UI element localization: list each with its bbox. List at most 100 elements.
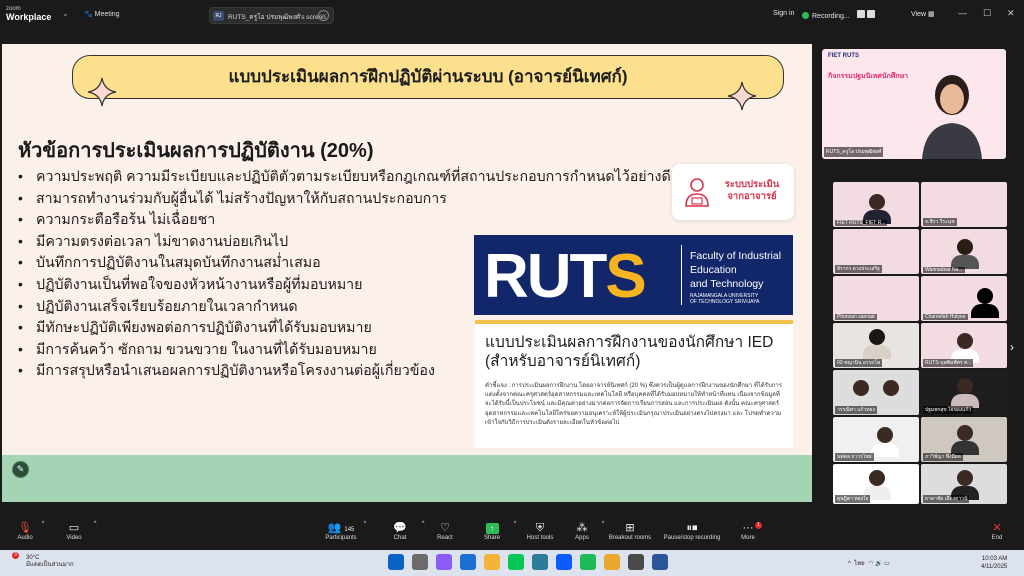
system-card-line2: จากอาจารย์: [727, 191, 777, 202]
people-icon: 👥 145: [327, 522, 355, 534]
speaker-banner: FIET RUTS: [828, 53, 859, 59]
zoom-icon[interactable]: [556, 554, 572, 570]
file-explorer-icon[interactable]: [484, 554, 500, 570]
more-icon[interactable]: ···: [318, 10, 329, 21]
participant-tile[interactable]: นพดล ถาวรไชย: [833, 417, 919, 462]
view-button[interactable]: View ▦: [911, 10, 935, 18]
chrome-icon[interactable]: [604, 554, 620, 570]
breakout-label: Breakout rooms: [608, 535, 652, 541]
pause-rec-label: Pause/stop recording: [663, 535, 721, 541]
store-icon[interactable]: [532, 554, 548, 570]
participant-tile[interactable]: FIET RUTS_FIET R...: [833, 182, 919, 227]
maximize-icon[interactable]: ☐: [983, 8, 991, 19]
participant-tile[interactable]: สิรากร ดวงประเสริฐ: [833, 229, 919, 274]
language-indicator[interactable]: ไทย: [854, 561, 865, 567]
participant-count: 145: [344, 527, 355, 533]
meeting-label: Meeting: [94, 11, 120, 18]
pause-recording-icon[interactable]: [856, 10, 865, 18]
evaluation-document-preview: แบบประเมินผลการฝึกงานของนักศึกษา IED (สำ…: [475, 320, 793, 448]
outlook-icon[interactable]: [460, 554, 476, 570]
stop-recording-icon[interactable]: [866, 10, 875, 18]
participant-tile[interactable]: ธาดาชัย เมืองดาวน์: [921, 464, 1007, 504]
participant-tile[interactable]: Wannadear Na...: [921, 229, 1007, 274]
meeting-menu[interactable]: 🐾 Meeting: [84, 10, 120, 18]
participants-button[interactable]: 👥 145 Participants: [316, 521, 366, 541]
zoom-title-bar: zoom Workplace ⌄ 🐾 Meeting RJ RUTS_ครูโอ…: [0, 0, 1024, 30]
battery-icon[interactable]: ▭: [884, 561, 890, 567]
start-icon[interactable]: [388, 554, 404, 570]
close-icon[interactable]: ✕: [1007, 8, 1015, 19]
sign-in-link[interactable]: Sign in: [773, 10, 794, 17]
ruts-wordmark: RUTS: [484, 242, 647, 311]
audio-label: Audio: [17, 535, 33, 541]
participant-tile[interactable]: RUTS-บุพพิมพ์ทร ส...: [921, 323, 1007, 368]
participant-tile[interactable]: Chareefah Hutyee: [921, 276, 1007, 321]
chevron-up-icon[interactable]: ^: [848, 561, 851, 567]
spotify-icon[interactable]: [580, 554, 596, 570]
view-label: View: [911, 11, 927, 18]
copilot-icon[interactable]: [436, 554, 452, 570]
more-dots-icon: ···: [742, 522, 754, 534]
participants-caret-icon[interactable]: ^: [360, 521, 370, 527]
speaker-banner-title: กิจกรรมปฐมนิเทศนักศึกษา: [828, 73, 909, 80]
pause-stop-recording-button[interactable]: ⏸⏹ Pause/stop recording: [662, 521, 722, 541]
heart-icon: ♡: [440, 522, 450, 534]
word-icon[interactable]: [652, 554, 668, 570]
participant-tile[interactable]: จ.ชิรา วีระนุช: [921, 182, 1007, 227]
avatar: RJ: [213, 11, 224, 21]
shared-slide: แบบประเมินผลการฝึกปฏิบัติผ่านระบบ (อาจาร…: [2, 44, 812, 500]
zoom-logo: zoom Workplace: [6, 5, 52, 22]
paw-icon: 🐾: [84, 11, 93, 18]
participant-tile[interactable]: วรรณิศา แก้วทอง: [833, 370, 919, 415]
react-button[interactable]: ♡ React: [420, 521, 470, 541]
weather-widget[interactable]: 30°C มีแดดเป็นส่วนมาก: [26, 555, 74, 569]
list-item: • ความกระตือรือร้น ไม่เฉื่อยชา: [18, 211, 216, 229]
evaluation-system-card: ระบบประเมิน จากอาจารย์: [672, 164, 794, 220]
taskbar-apps: [388, 554, 676, 572]
notification-badge: 1: [755, 522, 762, 529]
video-options-caret-icon[interactable]: ^: [90, 521, 100, 527]
slide-title: แบบประเมินผลการฝึกปฏิบัติผ่านระบบ (อาจาร…: [72, 55, 784, 99]
wifi-icon[interactable]: ◠: [868, 561, 873, 567]
list-item: • ความประพฤติ ความมีระเบียบและปฏิบัติตัวต…: [18, 168, 671, 185]
document-body: คำชี้แจง : การประเมินผลการฝึกงาน โดยอาจา…: [485, 383, 782, 426]
share-screen-icon: ↑: [485, 523, 499, 534]
system-tray[interactable]: ^ ไทย ◠ 🔊 ▭: [848, 558, 890, 568]
zoom-logo-main: Workplace: [6, 12, 52, 22]
search-icon[interactable]: [412, 554, 428, 570]
screen-share-indicator[interactable]: RJ RUTS_ครูโอ ปรมพุฒิพงศ์'s screen ···: [209, 7, 334, 24]
speaker-avatar: [922, 75, 982, 159]
breakout-rooms-button[interactable]: ⊞ Breakout rooms: [605, 521, 655, 541]
end-meeting-button[interactable]: ✕ End: [972, 521, 1022, 541]
annotate-pencil-icon[interactable]: ✎: [12, 461, 29, 478]
meeting-toolbar: 🎙 Audio ^ ▭ Video ^ 👥 145 Participants ^…: [0, 518, 1024, 550]
clock[interactable]: 10:03 AM 4/11/2025: [981, 555, 1007, 571]
speaker-icon[interactable]: 🔊: [875, 561, 882, 567]
slide-footer-strip: [2, 455, 812, 502]
participants-label: Participants: [325, 535, 357, 541]
faculty-name: Faculty of Industrial Education and Tech…: [690, 250, 782, 290]
next-page-arrow-icon[interactable]: ›: [1010, 340, 1014, 354]
line-icon[interactable]: [508, 554, 524, 570]
chat-label: Chat: [393, 535, 407, 541]
participant-tile[interactable]: ดุษฎิตา ทองใจ: [833, 464, 919, 504]
participant-tile[interactable]: ปฐมพรสุข ใจของแก้ว: [921, 370, 1007, 415]
chevron-down-icon[interactable]: ⌄: [62, 9, 69, 18]
participant-tile[interactable]: 02-ชญานิน อรรถโพ: [833, 323, 919, 368]
teacher-icon: [685, 178, 709, 207]
app-icon[interactable]: [628, 554, 644, 570]
active-speaker-video[interactable]: FIET RUTS กิจกรรมปฐมนิเทศนักศึกษา RUTS_ค…: [822, 49, 1006, 159]
video-label: Video: [66, 535, 82, 541]
recording-dot-icon: [802, 12, 809, 19]
end-call-icon: ✕: [992, 522, 1002, 534]
recording-label: Recording...: [812, 13, 850, 20]
participant-tile[interactable]: ภาวิช์ญา พึงมีผล: [921, 417, 1007, 462]
time: 10:03 AM: [981, 556, 1008, 562]
audio-options-caret-icon[interactable]: ^: [38, 521, 48, 527]
minimize-icon[interactable]: —: [958, 8, 967, 18]
more-button[interactable]: ··· More: [723, 521, 773, 541]
university-name: RAJAMANGALA UNIVERSITY OF TECHNOLOGY SRI…: [690, 293, 760, 305]
breakout-grid-icon: ⊞: [625, 522, 635, 534]
participant-tile[interactable]: Phonsan saeraat: [833, 276, 919, 321]
logo-divider: [681, 245, 682, 305]
